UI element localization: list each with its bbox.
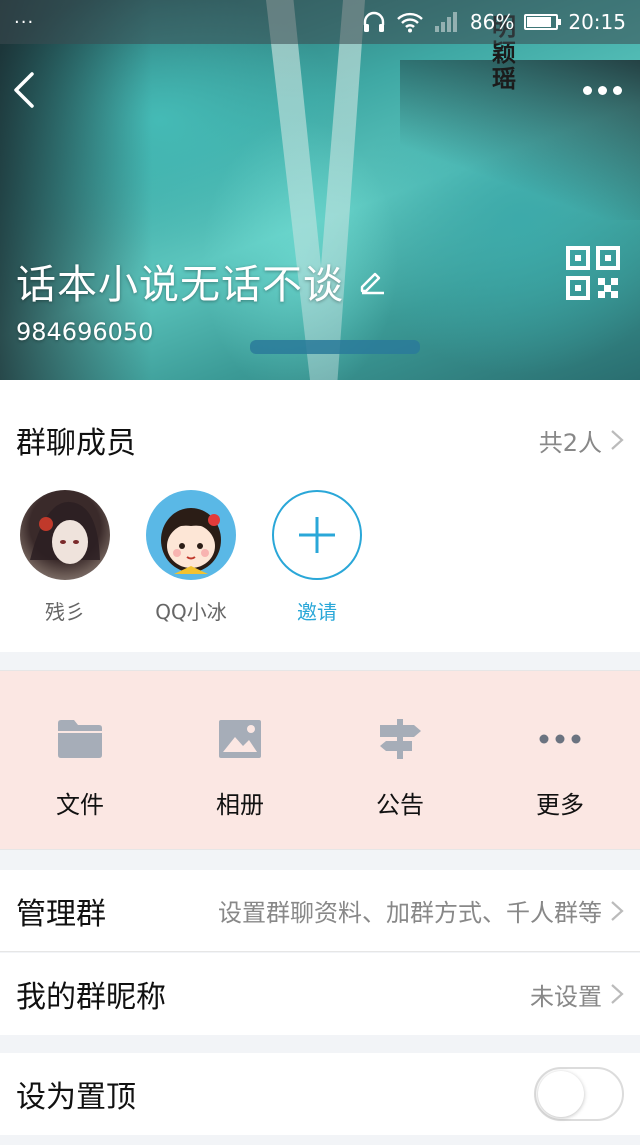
chevron-right-icon <box>611 900 624 921</box>
chevron-right-icon <box>611 430 624 450</box>
feature-label: 相册 <box>216 791 264 819</box>
members-count-text: 共2人 <box>538 428 602 457</box>
invite-label: 邀请 <box>297 600 337 624</box>
dot <box>597 85 607 95</box>
group-members-section: 群聊成员 共2人 残彡 QQ小冰 邀请 <box>0 380 640 652</box>
invite-button[interactable]: 邀请 <box>254 490 380 625</box>
member-list: 残彡 QQ小冰 邀请 <box>0 490 380 625</box>
group-name[interactable]: 话本小说无话不谈 <box>16 252 386 310</box>
row-value-text: 未设置 <box>530 982 602 1011</box>
members-count[interactable]: 共2人 <box>539 423 624 458</box>
clock: 20:15 <box>568 10 626 34</box>
avatar-art <box>30 501 100 564</box>
chevron-right-icon <box>611 984 624 1004</box>
pin-to-top-row: 设为置顶 <box>0 1053 640 1135</box>
folder-icon <box>58 720 102 758</box>
feature-announcement[interactable]: 公告 <box>320 671 480 849</box>
members-title: 群聊成员 <box>16 426 136 461</box>
feature-label: 公告 <box>376 791 424 819</box>
group-name-text: 话本小说无话不谈 <box>16 262 344 308</box>
status-bar: ··· 86% 20:15 <box>0 0 640 44</box>
qr-code-icon[interactable] <box>566 246 620 300</box>
feature-label: 文件 <box>56 791 104 819</box>
feature-files[interactable]: 文件 <box>0 671 160 849</box>
more-options-button[interactable] <box>580 78 624 102</box>
group-id: 984696050 <box>16 318 154 346</box>
row-label: 管理群 <box>16 896 106 932</box>
pin-to-top-toggle[interactable] <box>534 1067 624 1121</box>
plus-icon <box>299 517 335 553</box>
battery-icon <box>524 14 562 30</box>
row-label: 我的群昵称 <box>16 980 166 1015</box>
feature-grid: 文件 相册 公告 更多 <box>0 670 640 850</box>
album-icon <box>219 720 261 758</box>
member-name: QQ小冰 <box>155 600 227 624</box>
row-value: 设置群聊资料、加群方式、千人群等 <box>218 893 624 928</box>
battery-percent: 86% <box>469 10 515 34</box>
feature-label: 更多 <box>536 791 584 819</box>
feature-more[interactable]: 更多 <box>480 671 640 849</box>
battery-fill <box>527 17 552 27</box>
avatar <box>146 490 236 580</box>
more-dots-icon <box>539 734 581 744</box>
avatar-art <box>161 508 221 574</box>
row-value: 未设置 <box>530 977 624 1012</box>
member-item[interactable]: 残彡 <box>2 490 128 625</box>
notification-dots: ··· <box>14 11 35 33</box>
toggle-knob <box>538 1071 584 1117</box>
group-nickname-row[interactable]: 我的群昵称 未设置 <box>0 953 640 1035</box>
wifi-icon <box>397 12 423 33</box>
invite-circle <box>272 490 362 580</box>
headphones-icon <box>363 11 385 32</box>
dot <box>582 85 592 95</box>
signpost-icon <box>380 719 421 759</box>
dot <box>612 85 622 95</box>
manage-group-row[interactable]: 管理群 设置群聊资料、加群方式、千人群等 <box>0 870 640 952</box>
row-label: 设为置顶 <box>16 1080 136 1115</box>
cover-sash <box>250 340 420 354</box>
row-value-text: 设置群聊资料、加群方式、千人群等 <box>218 899 602 927</box>
back-arrow-icon[interactable] <box>8 68 42 112</box>
avatar <box>20 490 110 580</box>
signal-icon <box>434 12 457 32</box>
members-header[interactable]: 群聊成员 共2人 <box>0 380 640 500</box>
cover-robe-collar <box>266 0 365 380</box>
pencil-icon[interactable] <box>358 267 386 295</box>
member-name: 残彡 <box>45 600 85 624</box>
feature-album[interactable]: 相册 <box>160 671 320 849</box>
member-item[interactable]: QQ小冰 <box>128 490 254 625</box>
